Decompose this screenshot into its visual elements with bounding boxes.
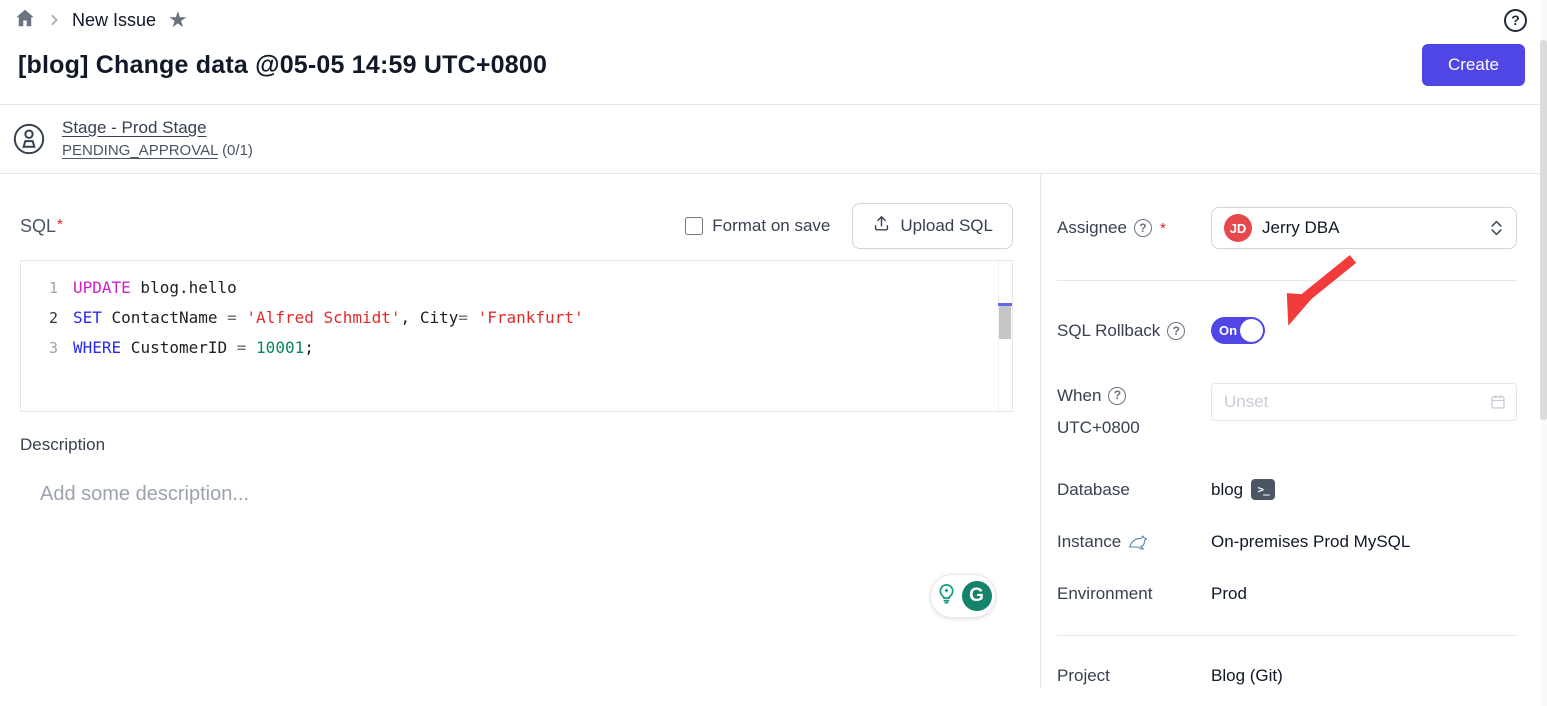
create-button[interactable]: Create xyxy=(1422,44,1525,86)
format-on-save-label: Format on save xyxy=(712,216,830,236)
rollback-help-icon[interactable]: ? xyxy=(1167,322,1185,340)
line-number: 1 xyxy=(21,273,73,303)
assignee-row: Assignee ? * JD Jerry DBA xyxy=(1057,207,1517,249)
required-mark: * xyxy=(1160,220,1166,237)
sidebar-divider xyxy=(1057,280,1517,281)
assignee-avatar: JD xyxy=(1224,214,1252,242)
stage-link[interactable]: Stage - Prod Stage xyxy=(62,118,253,138)
line-number: 2 xyxy=(21,303,73,333)
environment-label: Environment xyxy=(1057,584,1211,604)
sql-rollback-toggle[interactable]: On xyxy=(1211,317,1265,344)
when-timezone: UTC+0800 xyxy=(1057,415,1211,440)
annotation-arrow-icon xyxy=(1255,255,1365,338)
chevron-updown-icon xyxy=(1489,219,1504,237)
sql-console-icon[interactable]: >_ xyxy=(1251,479,1275,500)
code-line[interactable]: 2SET ContactName = 'Alfred Schmidt', Cit… xyxy=(21,303,1012,333)
upload-icon xyxy=(872,214,891,238)
calendar-icon xyxy=(1489,393,1507,416)
suggestion-bulb-icon xyxy=(935,582,958,610)
description-input[interactable]: Add some description... xyxy=(40,483,1013,506)
assignee-help-icon[interactable]: ? xyxy=(1134,219,1152,237)
stage-status: PENDING_APPROVAL (0/1) xyxy=(62,142,253,159)
when-label: When ? UTC+0800 xyxy=(1057,383,1211,440)
editor-scrollbar xyxy=(998,261,1012,411)
upload-sql-button[interactable]: Upload SQL xyxy=(852,203,1013,249)
assignee-value: Jerry DBA xyxy=(1262,218,1479,238)
code-line[interactable]: 3WHERE CustomerID = 10001; xyxy=(21,333,1012,363)
issue-main-panel: SQL* Format on save Upload SQL 1UPDATE b… xyxy=(0,174,1041,688)
environment-value: Prod xyxy=(1211,584,1247,604)
database-value[interactable]: blog xyxy=(1211,480,1243,500)
code-text: SET ContactName = 'Alfred Schmidt', City… xyxy=(73,303,584,333)
page-title: [blog] Change data @05-05 14:59 UTC+0800 xyxy=(18,51,547,80)
when-row: When ? UTC+0800 xyxy=(1057,383,1517,440)
page-scrollbar xyxy=(1540,0,1547,706)
page-scrollbar-thumb[interactable] xyxy=(1540,40,1547,420)
title-row: [blog] Change data @05-05 14:59 UTC+0800… xyxy=(0,36,1547,104)
database-row: Database blog >_ xyxy=(1057,479,1517,500)
stage-section: Stage - Prod Stage PENDING_APPROVAL (0/1… xyxy=(0,105,1547,173)
star-icon[interactable]: ★ xyxy=(168,9,188,31)
sql-rollback-label: SQL Rollback ? xyxy=(1057,321,1211,341)
home-icon[interactable] xyxy=(14,7,36,34)
instance-row: Instance On-premises Prod MySQL xyxy=(1057,532,1517,552)
database-label: Database xyxy=(1057,480,1211,500)
format-on-save-input[interactable] xyxy=(685,217,703,235)
sql-label: SQL* xyxy=(20,216,63,237)
assignee-select[interactable]: JD Jerry DBA xyxy=(1211,207,1517,249)
sql-editor[interactable]: 1UPDATE blog.hello2SET ContactName = 'Al… xyxy=(20,260,1013,412)
project-value: Blog (Git) xyxy=(1211,666,1283,686)
sql-rollback-row: SQL Rollback ? On xyxy=(1057,317,1517,344)
instance-value: On-premises Prod MySQL xyxy=(1211,532,1410,552)
environment-row: Environment Prod xyxy=(1057,584,1517,604)
when-help-icon[interactable]: ? xyxy=(1108,387,1126,405)
assignee-label: Assignee ? * xyxy=(1057,218,1211,238)
grammarly-icon: G xyxy=(962,581,992,611)
grammarly-widget[interactable]: G xyxy=(930,574,996,618)
toggle-knob xyxy=(1240,319,1263,342)
instance-label: Instance xyxy=(1057,532,1211,552)
sidebar-divider xyxy=(1057,635,1517,636)
stage-progress: (0/1) xyxy=(222,142,253,159)
project-row: Project Blog (Git) xyxy=(1057,666,1517,686)
project-label: Project xyxy=(1057,666,1211,686)
help-icon[interactable]: ? xyxy=(1504,9,1527,32)
code-text: UPDATE blog.hello xyxy=(73,273,237,303)
issue-sidebar: Assignee ? * JD Jerry DBA SQL Rollback ?… xyxy=(1041,174,1547,688)
required-mark: * xyxy=(57,216,63,233)
chevron-right-icon xyxy=(46,12,62,28)
editor-scrollbar-thumb[interactable] xyxy=(999,306,1011,339)
description-label: Description xyxy=(20,435,1013,455)
upload-sql-label: Upload SQL xyxy=(900,216,993,236)
when-datetime-input[interactable] xyxy=(1211,383,1517,421)
format-on-save-checkbox[interactable]: Format on save xyxy=(685,216,830,236)
stage-status-link[interactable]: PENDING_APPROVAL xyxy=(62,142,218,159)
mysql-dolphin-icon xyxy=(1128,533,1150,551)
assignee-avatar-icon xyxy=(12,122,46,156)
code-text: WHERE CustomerID = 10001; xyxy=(73,333,314,363)
breadcrumb-current: New Issue xyxy=(72,10,156,31)
code-lines: 1UPDATE blog.hello2SET ContactName = 'Al… xyxy=(21,261,1012,363)
line-number: 3 xyxy=(21,333,73,363)
toggle-state-label: On xyxy=(1219,323,1237,338)
breadcrumb: New Issue ★ ? xyxy=(0,0,1547,36)
code-line[interactable]: 1UPDATE blog.hello xyxy=(21,273,1012,303)
